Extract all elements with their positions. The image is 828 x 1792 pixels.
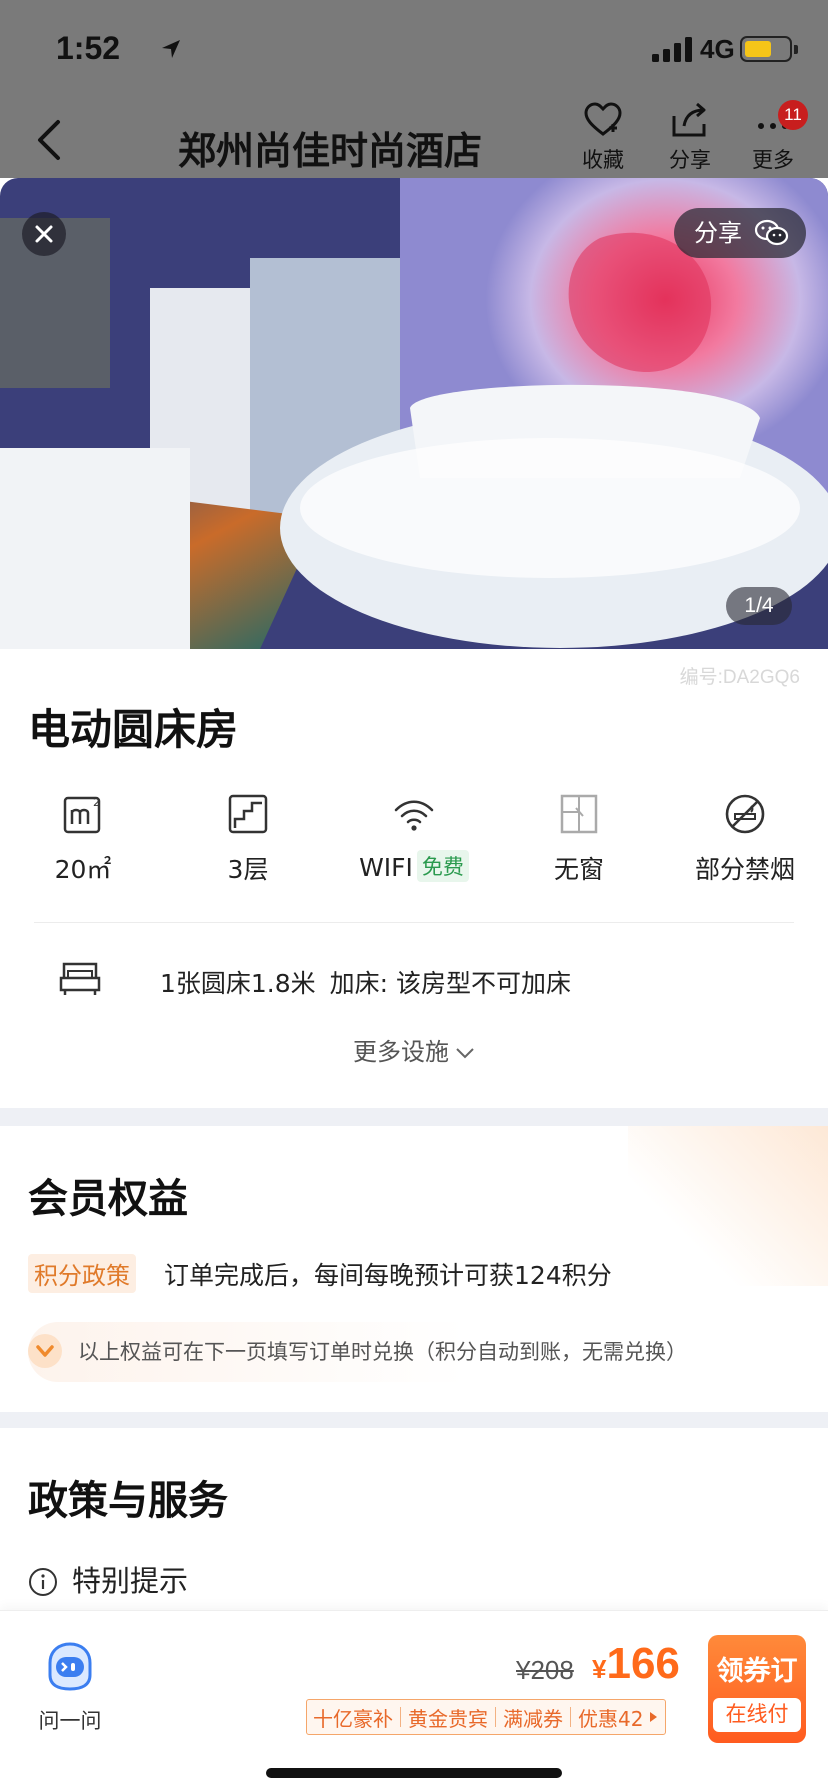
- pay-online-label: 在线付: [713, 1698, 801, 1732]
- discount-amount: 优惠42: [578, 1706, 644, 1731]
- window-icon: [560, 794, 598, 834]
- extra-bed: 加床: 该房型不可加床: [329, 969, 572, 998]
- no-smoking-icon: [725, 794, 765, 834]
- home-indicator[interactable]: [266, 1768, 562, 1778]
- chevron-badge-icon: [28, 1334, 62, 1368]
- ask-label: 问一问: [38, 1709, 102, 1733]
- facility-floor-label: 3层: [227, 855, 269, 884]
- wechat-share-button[interactable]: 分享: [674, 208, 806, 258]
- facility-smoking: 部分禁烟: [660, 792, 828, 886]
- facility-area: 2 20㎡: [0, 792, 168, 886]
- member-benefits-section: 会员权益 积分政策 订单完成后，每间每晚预计可获124积分 以上权益可在下一页填…: [0, 1126, 828, 1412]
- wifi-icon: [394, 800, 434, 831]
- ask-button[interactable]: 问一问: [30, 1641, 110, 1735]
- battery-icon: [740, 36, 798, 62]
- photo-counter: 1/4: [726, 587, 792, 625]
- info-icon: [29, 1568, 57, 1596]
- top-nav: 郑州尚佳时尚酒店 收藏 分享 更多: [0, 92, 828, 178]
- promo-strip[interactable]: 十亿豪补 黄金贵宾 满减券 优惠42: [306, 1699, 667, 1735]
- room-code: 编号:DA2GQ6: [679, 667, 800, 688]
- points-policy-tag: 积分政策: [28, 1254, 136, 1293]
- member-title: 会员权益: [28, 1176, 188, 1222]
- section-gap: [0, 1412, 828, 1428]
- room-title: 电动圆床房: [28, 705, 239, 754]
- benefits-hint-text: 以上权益可在下一页填写订单时兑换（积分自动到账，无需兑换）: [78, 1340, 687, 1364]
- benefits-hint: 以上权益可在下一页填写订单时兑换（积分自动到账，无需兑换）: [28, 1322, 758, 1382]
- promo-item: 黄金贵宾: [408, 1706, 488, 1731]
- original-price: ¥208: [516, 1655, 574, 1685]
- facility-row: 2 20㎡ 3层 WIFI 免费 无窗 部分禁烟: [0, 792, 828, 902]
- promo-separator: [570, 1707, 571, 1727]
- favorite-button[interactable]: 收藏: [568, 102, 638, 174]
- price-value: 166: [606, 1639, 680, 1688]
- section-divider: [34, 922, 794, 923]
- hotel-title: 郑州尚佳时尚酒店: [177, 129, 482, 173]
- facility-window: 无窗: [494, 792, 664, 886]
- more-facilities-label: 更多设施: [353, 1038, 449, 1066]
- current-price: ¥166: [592, 1639, 680, 1689]
- chat-bot-icon: [48, 1642, 92, 1691]
- special-notice-label: 特别提示: [72, 1564, 189, 1598]
- svg-text:2: 2: [93, 796, 100, 809]
- book-label: 领券订: [716, 1656, 798, 1687]
- book-button[interactable]: 领券订 在线付: [708, 1635, 806, 1743]
- room-photo[interactable]: 分享 1/4: [0, 178, 828, 649]
- currency-symbol: ¥: [592, 1654, 607, 1684]
- more-label: 更多: [752, 148, 794, 172]
- facility-area-label: 20㎡: [54, 855, 112, 884]
- more-facilities-button[interactable]: 更多设施: [0, 1032, 828, 1067]
- share-button[interactable]: 分享: [655, 102, 725, 174]
- room-detail-sheet: 分享 1/4 编号:DA2GQ6 电动圆床房 2 20㎡ 3层 WIFI 免费 无…: [0, 178, 828, 1792]
- status-time: 1:52: [56, 30, 121, 66]
- share-icon: [672, 102, 706, 137]
- section-gap: [0, 1108, 828, 1126]
- network-label: 4G: [700, 34, 735, 64]
- policy-title: 政策与服务: [28, 1478, 228, 1524]
- heart-icon: [584, 102, 622, 136]
- points-description: 订单完成后，每间每晚预计可获124积分: [164, 1261, 612, 1290]
- bed-icon: [59, 962, 101, 995]
- facility-window-label: 无窗: [553, 855, 604, 884]
- chevron-down-icon: [456, 1048, 474, 1059]
- caret-right-icon: [650, 1712, 658, 1722]
- favorite-label: 收藏: [582, 148, 624, 172]
- back-icon[interactable]: [30, 116, 70, 164]
- promo-item: 十亿豪补: [313, 1706, 393, 1731]
- promo-separator: [400, 1707, 401, 1727]
- share-label: 分享: [669, 148, 711, 172]
- facility-wifi: WIFI 免费: [329, 792, 499, 882]
- wechat-icon: [754, 219, 789, 246]
- notification-badge: 11: [778, 100, 808, 130]
- facility-floor: 3层: [163, 792, 333, 886]
- wechat-share-label: 分享: [694, 219, 742, 247]
- location-arrow-icon: [162, 40, 180, 58]
- facility-wifi-label: WIFI: [359, 853, 413, 882]
- close-button[interactable]: [22, 212, 66, 256]
- wifi-free-tag: 免费: [416, 850, 469, 882]
- special-notice: 特别提示: [28, 1558, 188, 1600]
- status-bar: 1:52 4G: [0, 0, 828, 92]
- member-decoration: [628, 1126, 828, 1286]
- area-icon: 2: [63, 796, 101, 834]
- facility-smoking-label: 部分禁烟: [694, 855, 795, 884]
- promo-separator: [495, 1707, 496, 1727]
- close-icon: [35, 225, 53, 243]
- bed-size: 1张圆床1.8米: [160, 969, 316, 998]
- signal-icon: [652, 37, 692, 62]
- bed-info: 1张圆床1.8米 加床: 该房型不可加床: [160, 964, 585, 1000]
- promo-item: 满减券: [503, 1706, 563, 1731]
- booking-bar: 问一问 ¥208 ¥166 十亿豪补 黄金贵宾 满减券 优惠42 领券订 在线付: [0, 1610, 828, 1792]
- floor-icon: [228, 794, 268, 834]
